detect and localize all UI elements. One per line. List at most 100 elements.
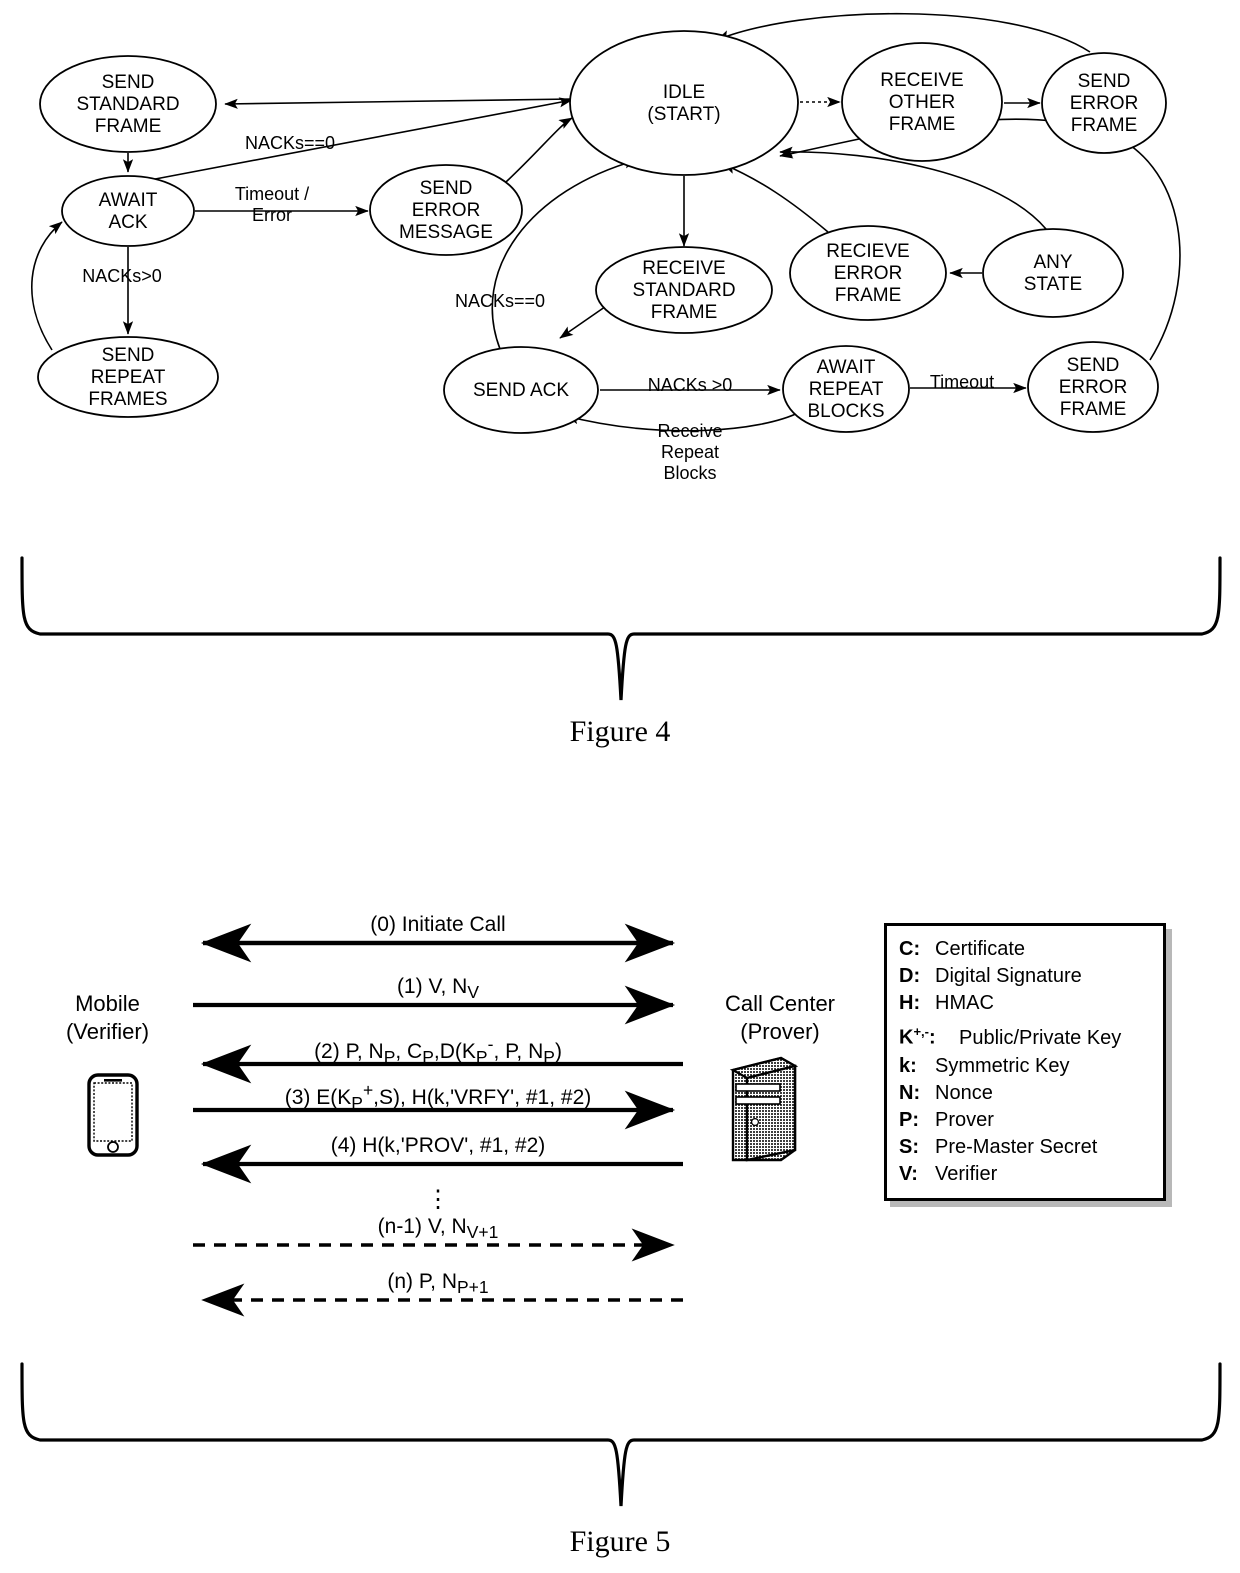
svg-text:AWAIT: AWAIT bbox=[99, 190, 158, 211]
svg-text:SEND: SEND bbox=[102, 72, 155, 93]
legend-key: D: bbox=[899, 965, 921, 987]
legend-desc: Prover bbox=[935, 1108, 994, 1131]
edge-label-timeout-error: Timeout /Error bbox=[235, 184, 309, 225]
legend-key: P: bbox=[899, 1108, 919, 1131]
svg-text:ERROR: ERROR bbox=[834, 263, 903, 284]
svg-text:ERROR: ERROR bbox=[1059, 377, 1128, 398]
legend-key: K+,-: bbox=[899, 1024, 936, 1049]
legend-key: S: bbox=[899, 1135, 919, 1158]
edge-label-nacks-eq-0-top: NACKs==0 bbox=[245, 133, 335, 153]
edge-label-receive-repeat-blocks: ReceiveRepeatBlocks bbox=[657, 421, 722, 483]
legend-box: C: Certificate D: Digital Signature H: HMAC K+… bbox=[884, 923, 1166, 1201]
edge-label-nacks-eq-0-mid: NACKs==0 bbox=[455, 291, 545, 311]
legend-desc: Certificate bbox=[935, 938, 1026, 960]
svg-text:FRAME: FRAME bbox=[1071, 115, 1138, 136]
svg-text:FRAME: FRAME bbox=[651, 302, 718, 323]
svg-text:RECEIVE: RECEIVE bbox=[642, 258, 725, 279]
edge-label-timeout-right: Timeout bbox=[930, 372, 994, 392]
legend-key: N: bbox=[899, 1081, 921, 1104]
state-node-send-error-message: SENDERRORMESSAGE bbox=[369, 164, 523, 256]
figure-4-caption: Figure 4 bbox=[569, 715, 671, 748]
svg-text:Timeout /: Timeout / bbox=[235, 184, 309, 204]
state-node-receive-other-frame: RECEIVEOTHERFRAME bbox=[841, 42, 1003, 162]
svg-text:NACKs>0: NACKs>0 bbox=[82, 266, 162, 286]
svg-text:SEND: SEND bbox=[1067, 355, 1120, 376]
svg-text:Receive: Receive bbox=[657, 421, 722, 441]
svg-text:AWAIT: AWAIT bbox=[817, 357, 876, 378]
svg-text:Timeout: Timeout bbox=[930, 372, 994, 392]
legend-row-C: C: Certificate bbox=[899, 936, 1153, 963]
figure-5-brace bbox=[20, 1362, 1222, 1507]
svg-text:Repeat: Repeat bbox=[661, 442, 719, 462]
svg-text:ACK: ACK bbox=[108, 212, 147, 233]
svg-text:FRAME: FRAME bbox=[835, 285, 902, 306]
svg-text:Blocks: Blocks bbox=[663, 463, 716, 483]
legend-desc: Pre-Master Secret bbox=[935, 1135, 1098, 1158]
state-node-send-ack: SEND ACK bbox=[443, 346, 599, 434]
patent-figure-page: SEND STANDARD FRAME AWAIT ACK SEND REPEAT FRAME… bbox=[0, 0, 1240, 1573]
legend-row-D: D: Digital Signature bbox=[899, 963, 1153, 990]
legend-row-N: N: Nonce bbox=[899, 1080, 1153, 1107]
svg-text:NACKs >0: NACKs >0 bbox=[648, 375, 733, 395]
svg-text:NACKs==0: NACKs==0 bbox=[455, 291, 545, 311]
figure-5-caption: Figure 5 bbox=[569, 1525, 671, 1558]
state-node-await-ack: AWAITACK bbox=[61, 175, 195, 247]
svg-text:SEND: SEND bbox=[420, 178, 473, 199]
svg-text:ANY: ANY bbox=[1033, 252, 1072, 273]
svg-text:STATE: STATE bbox=[1024, 274, 1082, 295]
legend-key: V: bbox=[899, 1162, 918, 1185]
state-node-send-error-frame-bottom: SENDERRORFRAME bbox=[1027, 341, 1159, 433]
legend-desc: Verifier bbox=[935, 1162, 998, 1185]
edge-label-nacks-gt-0-left: NACKs>0 bbox=[82, 266, 162, 286]
svg-text:REPEAT: REPEAT bbox=[809, 379, 884, 400]
legend-desc: Public/Private Key bbox=[959, 1026, 1122, 1049]
svg-text:Error: Error bbox=[252, 205, 292, 225]
state-node-send-error-frame-top: SENDERRORFRAME bbox=[1041, 52, 1167, 154]
svg-text:NACKs==0: NACKs==0 bbox=[245, 133, 335, 153]
svg-text:OTHER: OTHER bbox=[889, 92, 956, 113]
state-node-send-repeat-frames: SENDREPEATFRAMES bbox=[37, 336, 219, 418]
legend-row-S: S: Pre-Master Secret bbox=[899, 1134, 1153, 1161]
state-node-await-repeat-blocks: AWAITREPEATBLOCKS bbox=[782, 345, 910, 433]
svg-text:FRAME: FRAME bbox=[95, 116, 162, 137]
svg-text:SEND: SEND bbox=[102, 345, 155, 366]
svg-text:STANDARD: STANDARD bbox=[76, 94, 179, 115]
svg-text:MESSAGE: MESSAGE bbox=[399, 222, 493, 243]
svg-text:BLOCKS: BLOCKS bbox=[807, 401, 884, 422]
legend-row-K: K+,-: Public/Private Key bbox=[899, 1017, 1153, 1053]
legend-row-V: V: Verifier bbox=[899, 1161, 1153, 1188]
svg-text:FRAME: FRAME bbox=[1060, 399, 1127, 420]
state-node-idle-start: IDLE(START) bbox=[569, 30, 799, 176]
legend-row-H: H: HMAC bbox=[899, 990, 1153, 1017]
svg-text:ERROR: ERROR bbox=[1070, 93, 1139, 114]
legend-key: k: bbox=[899, 1054, 917, 1077]
legend-desc: Nonce bbox=[935, 1081, 993, 1104]
svg-text:REPEAT: REPEAT bbox=[91, 367, 166, 388]
svg-text:STANDARD: STANDARD bbox=[632, 280, 735, 301]
legend-desc: HMAC bbox=[935, 992, 994, 1014]
legend-key: H: bbox=[899, 992, 921, 1014]
state-node-receive-standard-frame: RECEIVESTANDARDFRAME bbox=[595, 246, 773, 334]
legend-desc: Symmetric Key bbox=[935, 1054, 1070, 1077]
legend-key: C: bbox=[899, 938, 921, 960]
svg-text:ERROR: ERROR bbox=[412, 200, 481, 221]
svg-text:FRAME: FRAME bbox=[889, 114, 956, 135]
svg-text:SEND: SEND bbox=[1078, 71, 1131, 92]
state-node-recieve-error-frame: RECIEVEERRORFRAME bbox=[789, 225, 947, 321]
figure-4-state-diagram: SENDSTANDARDFRAMEAWAITACKSENDREPEATFRAME… bbox=[31, 12, 1181, 483]
left-actor-label: Mobile (Verifier) bbox=[65, 991, 150, 1044]
state-node-send-standard-frame: SENDSTANDARDFRAME bbox=[39, 55, 217, 153]
svg-text:IDLE: IDLE bbox=[663, 82, 705, 103]
figure-4-brace bbox=[20, 556, 1222, 701]
svg-text:RECIEVE: RECIEVE bbox=[826, 241, 909, 262]
state-nodes: SENDSTANDARDFRAMEAWAITACKSENDREPEATFRAME… bbox=[37, 30, 1167, 434]
svg-text:SEND ACK: SEND ACK bbox=[473, 380, 569, 401]
state-node-any-state: ANYSTATE bbox=[982, 228, 1124, 318]
legend-row-k: k: Symmetric Key bbox=[899, 1053, 1153, 1080]
right-actor-label: Call Center (Prover) bbox=[724, 991, 836, 1044]
edge-label-nacks-gt-0-mid: NACKs >0 bbox=[648, 375, 733, 395]
svg-text:(START): (START) bbox=[647, 104, 720, 125]
legend-row-P: P: Prover bbox=[899, 1107, 1153, 1134]
svg-text:FRAMES: FRAMES bbox=[88, 389, 167, 410]
legend-desc: Digital Signature bbox=[935, 965, 1082, 987]
